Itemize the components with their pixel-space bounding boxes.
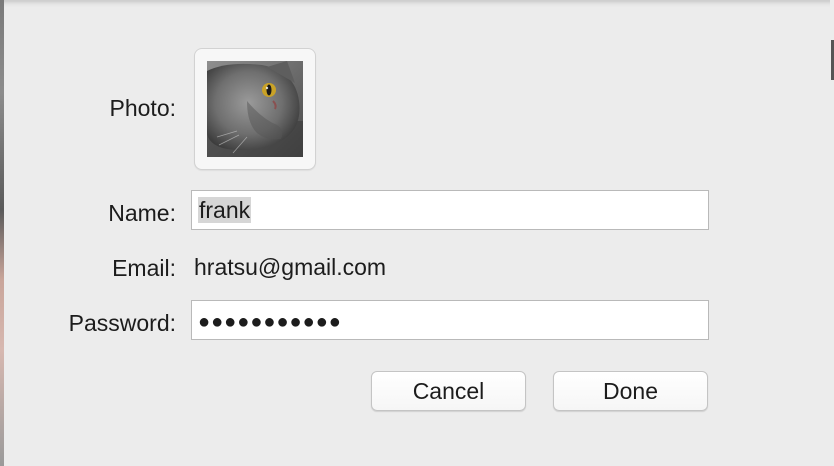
done-button[interactable]: Done [553, 371, 708, 411]
name-label: Name: [108, 200, 176, 226]
email-label: Email: [112, 255, 176, 281]
cancel-button[interactable]: Cancel [371, 371, 526, 411]
email-value: hratsu@gmail.com [194, 254, 387, 280]
name-value: frank [198, 197, 252, 223]
password-label: Password: [68, 310, 176, 336]
photo-label: Photo: [109, 95, 177, 121]
cat-photo-icon [207, 61, 303, 157]
password-value: ●●●●●●●●●●● [198, 311, 342, 333]
photo-well[interactable] [194, 48, 316, 170]
password-field[interactable]: ●●●●●●●●●●● [191, 300, 709, 340]
account-sheet: Photo: Name: frank Email: hratsu@gmail.c… [4, 0, 830, 466]
name-field[interactable]: frank [191, 190, 709, 230]
